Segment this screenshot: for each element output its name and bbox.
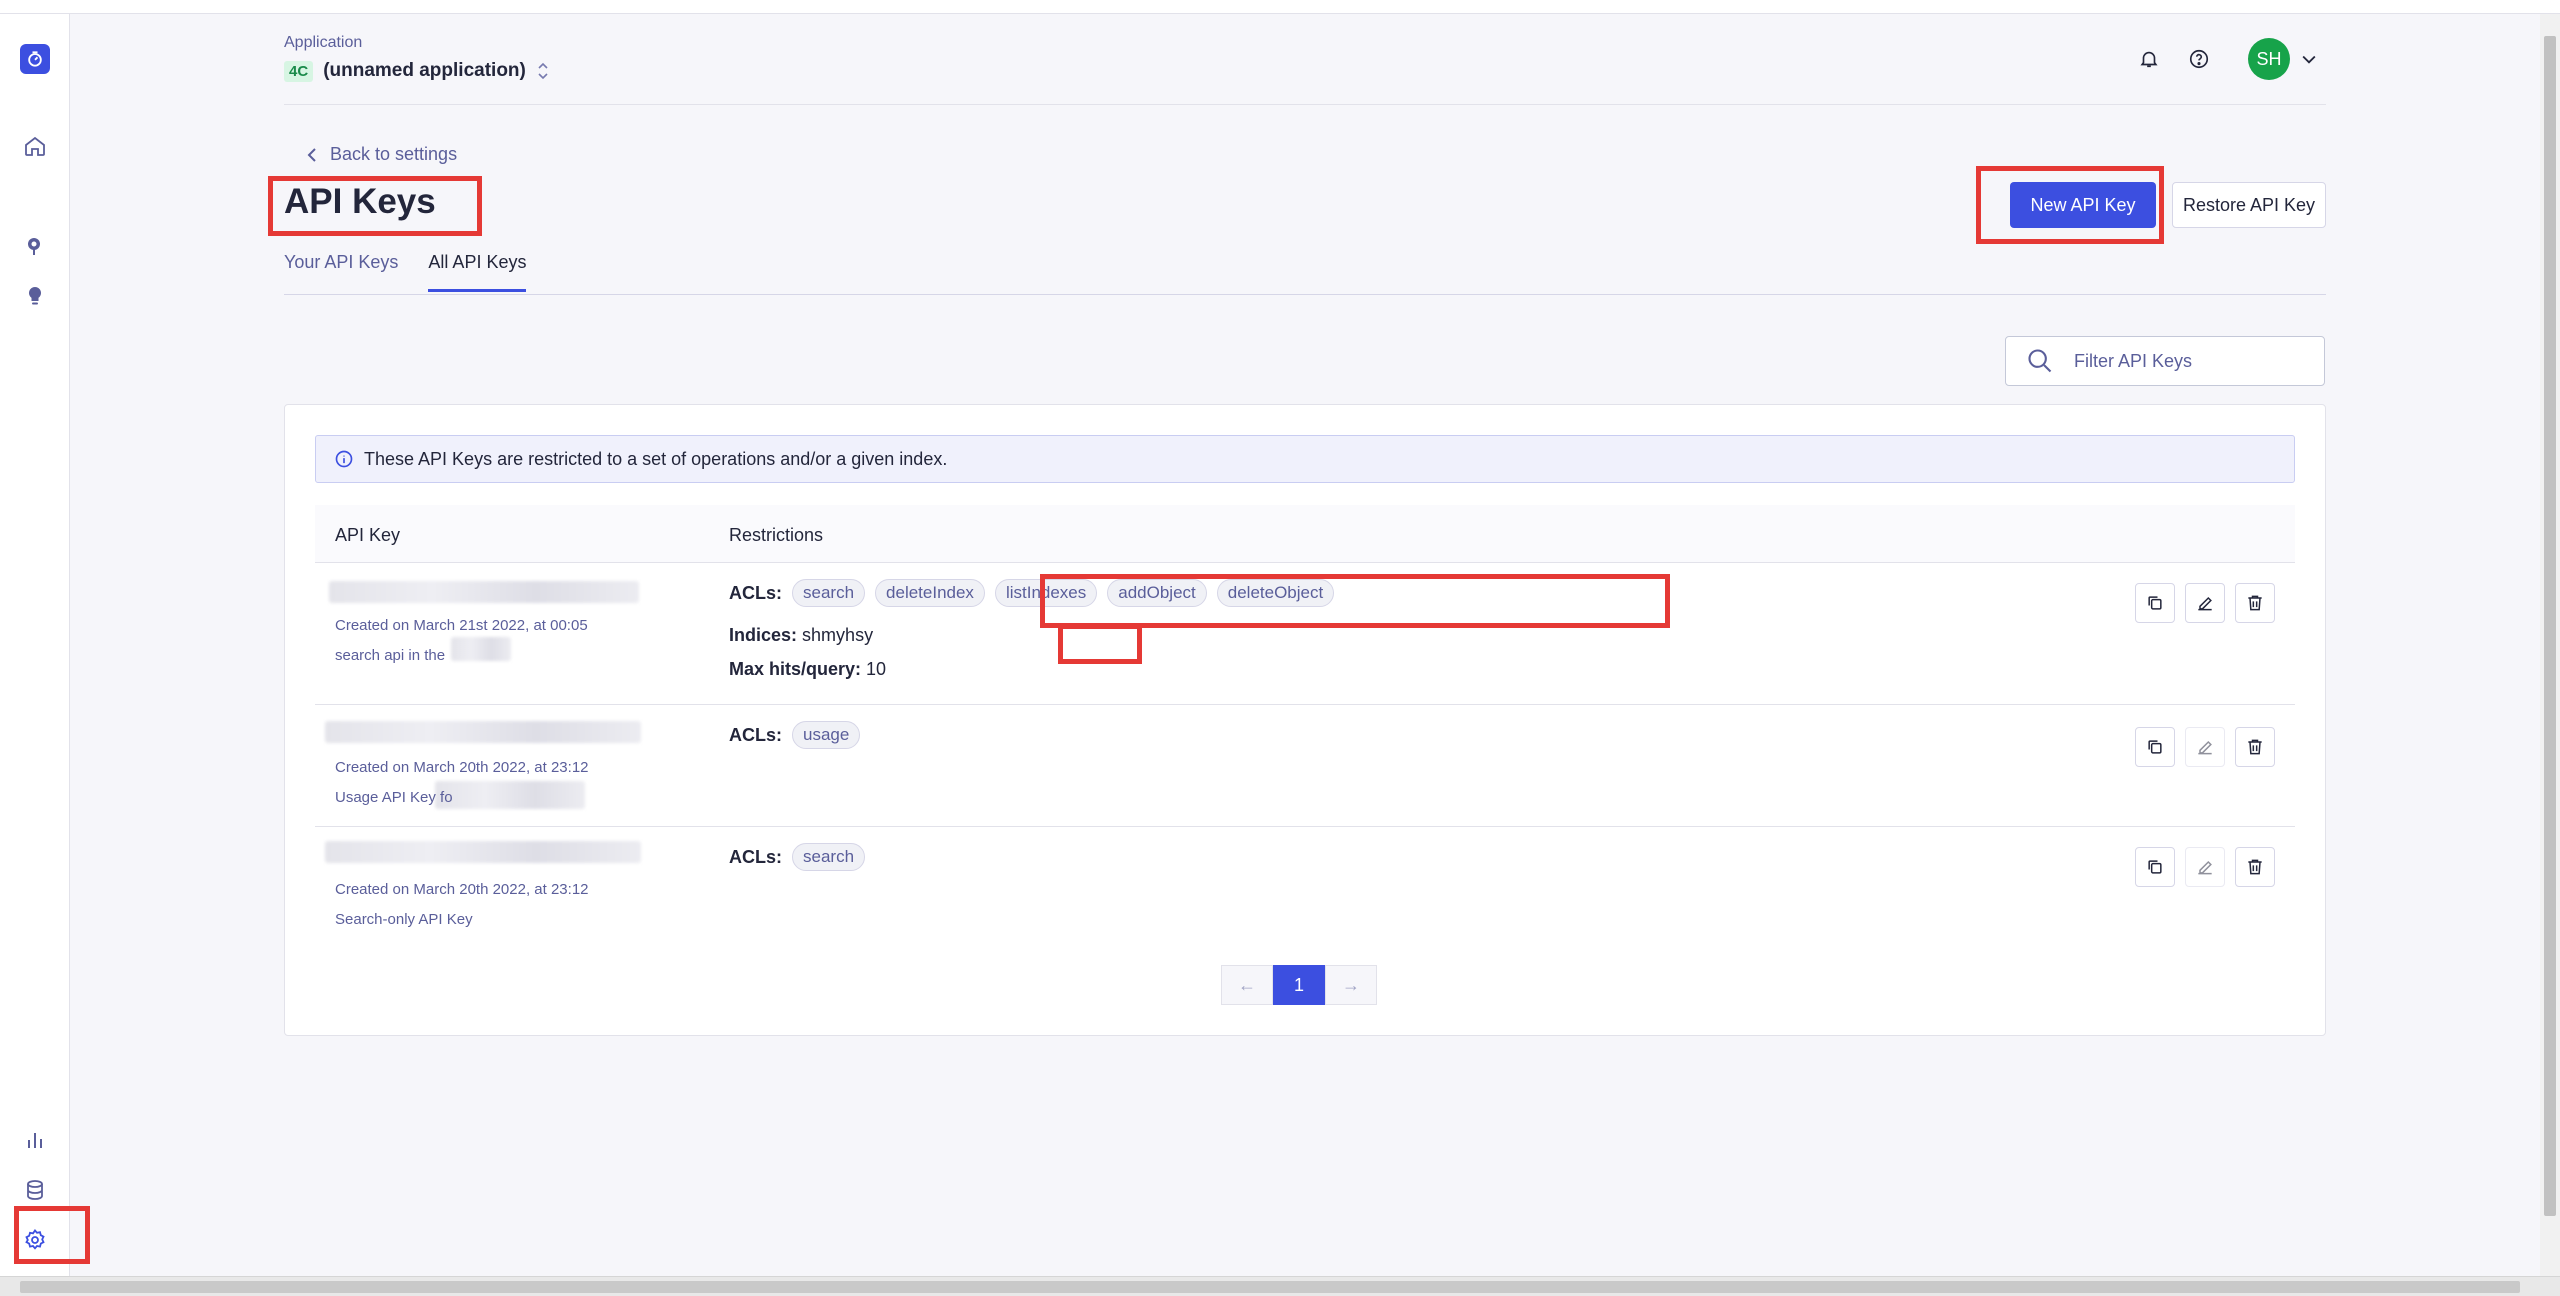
info-banner-text: These API Keys are restricted to a set o…	[364, 448, 948, 469]
max-hits-value: 10	[866, 659, 887, 679]
table-row: Created on March 20th 2022, at 23:12 Usa…	[315, 705, 2295, 827]
chevron-left-icon	[307, 147, 316, 162]
highlight-settings	[14, 1206, 90, 1264]
pagination: ← 1 →	[1221, 965, 1377, 1005]
max-hits-line: Max hits/query: 10	[729, 659, 886, 680]
edit-button[interactable]	[2185, 727, 2225, 767]
created-date: Created on March 20th 2022, at 23:12	[335, 881, 589, 898]
app-badge: 4C	[284, 60, 314, 82]
vertical-scroll-thumb[interactable]	[2544, 36, 2556, 1216]
sidebar	[0, 14, 70, 1276]
edit-icon	[2198, 860, 2212, 875]
avatar[interactable]: SH	[2248, 38, 2290, 80]
bell-icon[interactable]	[2134, 44, 2164, 74]
highlight-new-key	[1976, 166, 2164, 244]
table-header	[315, 505, 2295, 563]
tab-divider	[284, 294, 2326, 295]
database-icon[interactable]	[17, 1172, 53, 1208]
help-icon[interactable]	[2184, 44, 2214, 74]
key-description: Search-only API Key	[335, 911, 473, 928]
copy-icon	[2148, 596, 2162, 610]
filter-box[interactable]	[2005, 336, 2325, 386]
table-row: Created on March 20th 2022, at 23:12 Sea…	[315, 827, 2295, 937]
redacted-text	[435, 781, 585, 809]
header-divider	[284, 104, 2326, 105]
copy-button[interactable]	[2135, 847, 2175, 887]
redacted-text	[451, 637, 511, 661]
delete-icon	[2248, 739, 2262, 755]
tab-bar: Your API Keys All API Keys	[284, 252, 527, 292]
indices-value: shmyhsy	[802, 625, 874, 645]
redacted-api-key	[325, 841, 641, 863]
chevron-down-icon[interactable]	[2294, 44, 2324, 74]
redacted-api-key	[329, 581, 639, 603]
delete-button[interactable]	[2235, 847, 2275, 887]
page-1-button[interactable]: 1	[1273, 965, 1325, 1005]
filter-api-keys-input[interactable]	[2072, 349, 2292, 373]
max-hits-label: Max hits/query:	[729, 659, 862, 679]
browser-top-strip	[0, 0, 2560, 14]
column-header-restrictions: Restrictions	[729, 525, 824, 545]
lightbulb-icon[interactable]	[17, 278, 53, 314]
prev-page-button[interactable]: ←	[1221, 965, 1273, 1005]
copy-icon	[2148, 740, 2162, 754]
delete-icon	[2248, 859, 2262, 875]
copy-button[interactable]	[2135, 583, 2175, 623]
horizontal-scrollbar[interactable]	[0, 1276, 2560, 1296]
application-label: Application	[284, 34, 363, 51]
logo-icon[interactable]	[20, 44, 50, 74]
acl-chip: search	[792, 579, 866, 607]
acl-chip: deleteIndex	[875, 579, 985, 607]
indices-label: Indices:	[729, 625, 798, 645]
acl-label: ACLs:	[729, 724, 782, 745]
back-link-label: Back to settings	[330, 144, 458, 164]
acl-chip: usage	[792, 721, 861, 749]
acl-list: ACLs: search	[729, 843, 866, 871]
delete-button[interactable]	[2235, 583, 2275, 623]
edit-button[interactable]	[2185, 583, 2225, 623]
acl-chip: search	[792, 843, 866, 871]
highlight-acls	[1040, 574, 1670, 628]
created-date: Created on March 20th 2022, at 23:12	[335, 759, 589, 776]
acl-label: ACLs:	[729, 846, 782, 867]
api-keys-card: These API Keys are restricted to a set o…	[284, 404, 2326, 1036]
search-insights-icon[interactable]	[17, 228, 53, 264]
analytics-icon[interactable]	[17, 1122, 53, 1158]
acl-label: ACLs:	[729, 582, 782, 603]
key-description: Usage API Key fo	[335, 789, 453, 806]
column-header-api-key: API Key	[335, 525, 401, 545]
select-arrows-icon	[538, 62, 548, 80]
edit-icon	[2198, 596, 2212, 611]
vertical-scrollbar[interactable]	[2540, 14, 2560, 1276]
info-icon	[335, 450, 353, 468]
restore-api-key-button[interactable]: Restore API Key	[2172, 182, 2326, 228]
next-page-button[interactable]: →	[1325, 965, 1377, 1005]
highlight-indices	[1058, 624, 1142, 664]
indices-line: Indices: shmyhsy	[729, 625, 873, 646]
highlight-title	[268, 176, 482, 236]
copy-button[interactable]	[2135, 727, 2175, 767]
application-name: (unnamed application)	[323, 60, 526, 81]
key-description: search api in the	[335, 647, 446, 664]
redacted-api-key	[325, 721, 641, 743]
back-to-settings-link[interactable]: Back to settings	[306, 144, 457, 165]
tab-your-api-keys[interactable]: Your API Keys	[284, 252, 398, 292]
home-icon[interactable]	[17, 128, 53, 164]
delete-icon	[2248, 595, 2262, 611]
delete-button[interactable]	[2235, 727, 2275, 767]
horizontal-scroll-thumb[interactable]	[20, 1281, 2520, 1293]
copy-icon	[2148, 860, 2162, 874]
info-banner: These API Keys are restricted to a set o…	[315, 435, 2295, 483]
edit-icon	[2198, 740, 2212, 755]
search-icon	[2028, 349, 2052, 373]
acl-list: ACLs: usage	[729, 721, 861, 749]
tab-all-api-keys[interactable]: All API Keys	[428, 252, 527, 292]
created-date: Created on March 21st 2022, at 00:05	[335, 617, 588, 634]
edit-button[interactable]	[2185, 847, 2225, 887]
application-selector[interactable]: 4C (unnamed application)	[284, 60, 550, 82]
